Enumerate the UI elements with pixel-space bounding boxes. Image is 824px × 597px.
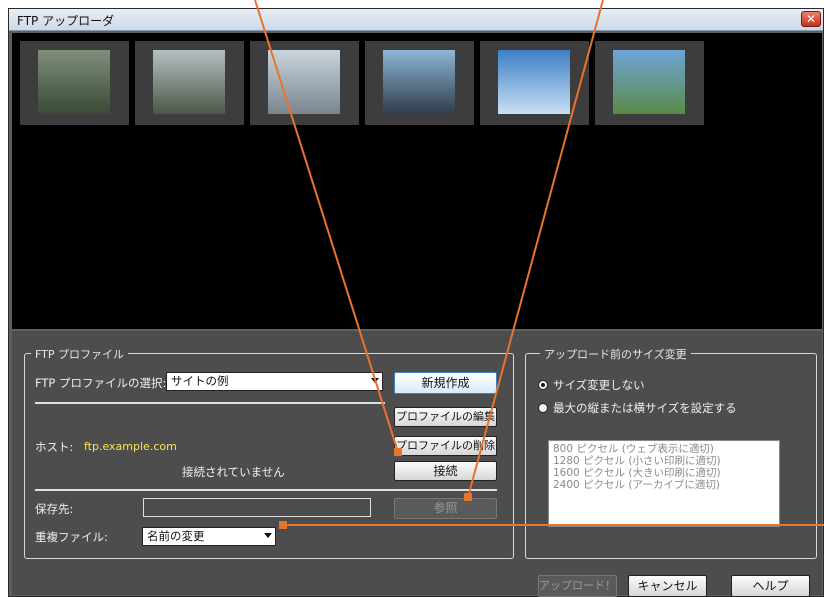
callout-lines — [254, 0, 824, 529]
callout-marker — [279, 521, 287, 529]
callout-marker — [394, 448, 402, 456]
callout-line — [467, 0, 604, 498]
callout-marker — [464, 493, 472, 501]
callout-line — [254, 0, 399, 453]
